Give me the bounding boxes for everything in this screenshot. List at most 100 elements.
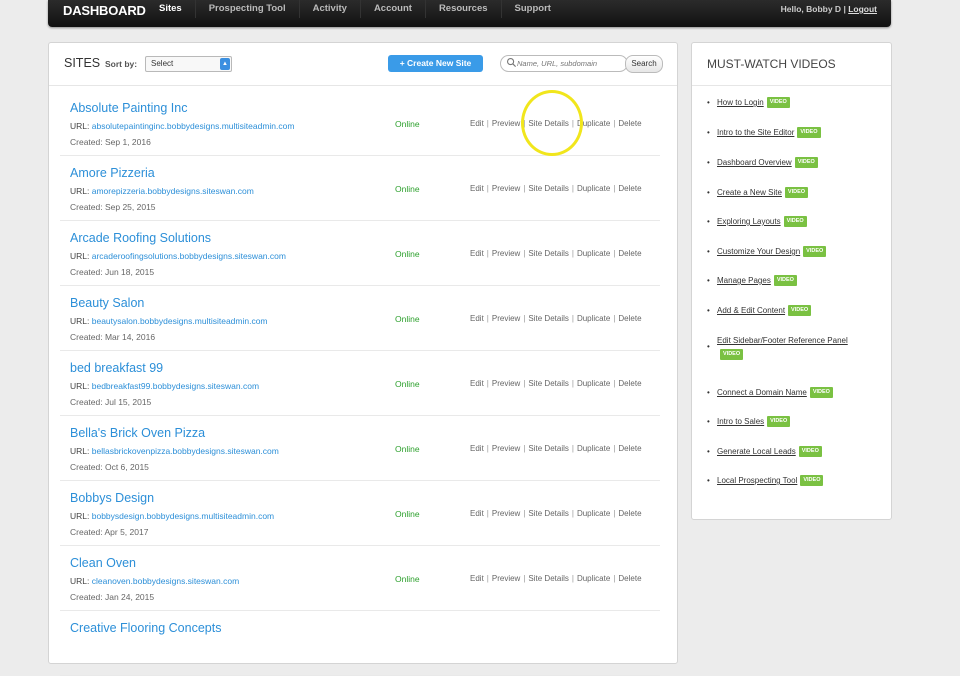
bullet-icon: • — [707, 158, 710, 167]
site-name-link[interactable]: Creative Flooring Concepts — [70, 621, 221, 635]
duplicate-link[interactable]: Duplicate — [577, 184, 610, 193]
video-link[interactable]: Generate Local Leads — [717, 447, 796, 456]
preview-link[interactable]: Preview — [492, 509, 520, 518]
nav-item-resources[interactable]: Resources — [424, 0, 501, 18]
video-link[interactable]: Intro to the Site Editor — [717, 128, 794, 137]
edit-link[interactable]: Edit — [470, 314, 484, 323]
edit-link[interactable]: Edit — [470, 249, 484, 258]
site-status-online: Online — [395, 379, 420, 389]
video-link[interactable]: Dashboard Overview — [717, 158, 792, 167]
site-created-date: Created: Apr 5, 2017 — [70, 527, 149, 537]
site-name-link[interactable]: Bobbys Design — [70, 491, 154, 505]
logout-link[interactable]: Logout — [848, 4, 877, 14]
site-details-link[interactable]: Site Details — [528, 444, 568, 453]
site-name-link[interactable]: Absolute Painting Inc — [70, 101, 187, 115]
site-details-link[interactable]: Site Details — [528, 379, 568, 388]
site-details-link[interactable]: Site Details — [528, 574, 568, 583]
site-actions: Edit | Preview | Site Details | Duplicate | Dele… — [470, 249, 642, 258]
bullet-icon: • — [707, 188, 710, 197]
site-name-link[interactable]: Beauty Salon — [70, 296, 144, 310]
search-button[interactable]: Search — [625, 55, 663, 73]
site-url-link[interactable]: bedbreakfast99.bobbydesigns.siteswan.com — [92, 381, 259, 391]
action-separator: | — [571, 444, 574, 453]
video-link[interactable]: Manage Pages — [717, 276, 771, 285]
delete-link[interactable]: Delete — [618, 444, 641, 453]
site-url-link[interactable]: beautysalon.bobbydesigns.multisiteadmin.… — [92, 316, 268, 326]
video-link[interactable]: Edit Sidebar/Footer Reference Panel — [717, 336, 848, 345]
preview-link[interactable]: Preview — [492, 119, 520, 128]
duplicate-link[interactable]: Duplicate — [577, 379, 610, 388]
edit-link[interactable]: Edit — [470, 574, 484, 583]
site-url-link[interactable]: bobbysdesign.bobbydesigns.multisiteadmin… — [92, 511, 274, 521]
site-url-link[interactable]: amorepizzeria.bobbydesigns.siteswan.com — [92, 186, 254, 196]
nav-item-activity[interactable]: Activity — [298, 0, 360, 18]
url-label: URL: — [70, 446, 90, 456]
site-details-link[interactable]: Site Details — [528, 314, 568, 323]
duplicate-link[interactable]: Duplicate — [577, 444, 610, 453]
site-url-link[interactable]: absolutepaintinginc.bobbydesigns.multisi… — [92, 121, 295, 131]
delete-link[interactable]: Delete — [618, 379, 641, 388]
site-url-link[interactable]: bellasbrickovenpizza.bobbydesigns.sitesw… — [92, 446, 279, 456]
video-link[interactable]: Local Prospecting Tool — [717, 476, 797, 485]
nav-item-support[interactable]: Support — [500, 0, 564, 18]
site-search-input[interactable] — [500, 55, 628, 72]
action-separator: | — [486, 574, 489, 583]
duplicate-link[interactable]: Duplicate — [577, 249, 610, 258]
url-label: URL: — [70, 186, 90, 196]
nav-item-sites[interactable]: Sites — [146, 0, 195, 18]
sites-title: SITES — [64, 56, 101, 70]
edit-link[interactable]: Edit — [470, 509, 484, 518]
action-separator: | — [571, 314, 574, 323]
site-details-link[interactable]: Site Details — [528, 249, 568, 258]
site-name-link[interactable]: Amore Pizzeria — [70, 166, 155, 180]
site-url-link[interactable]: cleanoven.bobbydesigns.siteswan.com — [92, 576, 239, 586]
video-link[interactable]: Customize Your Design — [717, 247, 800, 256]
delete-link[interactable]: Delete — [618, 249, 641, 258]
video-badge: VIDEO — [794, 157, 818, 169]
site-row: Clean Oven URL: cleanoven.bobbydesigns.si… — [60, 546, 660, 611]
video-link[interactable]: Intro to Sales — [717, 417, 764, 426]
site-row: Amore Pizzeria URL: amorepizzeria.bobbyde… — [60, 156, 660, 221]
video-list-item: • Local Prospecting Tool VIDEO — [707, 474, 877, 488]
nav-item-prospecting-tool[interactable]: Prospecting Tool — [194, 0, 299, 18]
site-created-date: Created: Jan 24, 2015 — [70, 592, 155, 602]
duplicate-link[interactable]: Duplicate — [577, 314, 610, 323]
site-details-link[interactable]: Site Details — [528, 509, 568, 518]
delete-link[interactable]: Delete — [618, 509, 641, 518]
preview-link[interactable]: Preview — [492, 314, 520, 323]
video-link[interactable]: How to Login — [717, 98, 764, 107]
site-details-link[interactable]: Site Details — [528, 184, 568, 193]
video-link[interactable]: Connect a Domain Name — [717, 388, 807, 397]
duplicate-link[interactable]: Duplicate — [577, 574, 610, 583]
video-list-item: • Add & Edit Content VIDEO — [707, 304, 877, 318]
delete-link[interactable]: Delete — [618, 314, 641, 323]
action-separator: | — [486, 444, 489, 453]
duplicate-link[interactable]: Duplicate — [577, 509, 610, 518]
create-new-site-button[interactable]: + Create New Site — [388, 55, 483, 72]
site-name-link[interactable]: Bella's Brick Oven Pizza — [70, 426, 205, 440]
site-name-link[interactable]: Arcade Roofing Solutions — [70, 231, 211, 245]
preview-link[interactable]: Preview — [492, 184, 520, 193]
site-created-date: Created: Sep 25, 2015 — [70, 202, 156, 212]
video-badge: VIDEO — [797, 127, 821, 139]
video-link[interactable]: Create a New Site — [717, 188, 782, 197]
edit-link[interactable]: Edit — [470, 119, 484, 128]
video-link[interactable]: Add & Edit Content — [717, 306, 785, 315]
preview-link[interactable]: Preview — [492, 444, 520, 453]
edit-link[interactable]: Edit — [470, 379, 484, 388]
delete-link[interactable]: Delete — [618, 184, 641, 193]
site-name-link[interactable]: Clean Oven — [70, 556, 136, 570]
nav-item-account[interactable]: Account — [359, 0, 425, 18]
sort-by-select[interactable]: Select ▲ — [145, 56, 232, 72]
preview-link[interactable]: Preview — [492, 379, 520, 388]
site-name-link[interactable]: bed breakfast 99 — [70, 361, 163, 375]
edit-link[interactable]: Edit — [470, 444, 484, 453]
dashboard-brand[interactable]: DASHBOARD — [63, 3, 146, 18]
preview-link[interactable]: Preview — [492, 249, 520, 258]
site-url-link[interactable]: arcaderoofingsolutions.bobbydesigns.site… — [92, 251, 286, 261]
video-link[interactable]: Exploring Layouts — [717, 217, 781, 226]
preview-link[interactable]: Preview — [492, 574, 520, 583]
edit-link[interactable]: Edit — [470, 184, 484, 193]
delete-link[interactable]: Delete — [618, 574, 641, 583]
delete-link[interactable]: Delete — [618, 119, 641, 128]
